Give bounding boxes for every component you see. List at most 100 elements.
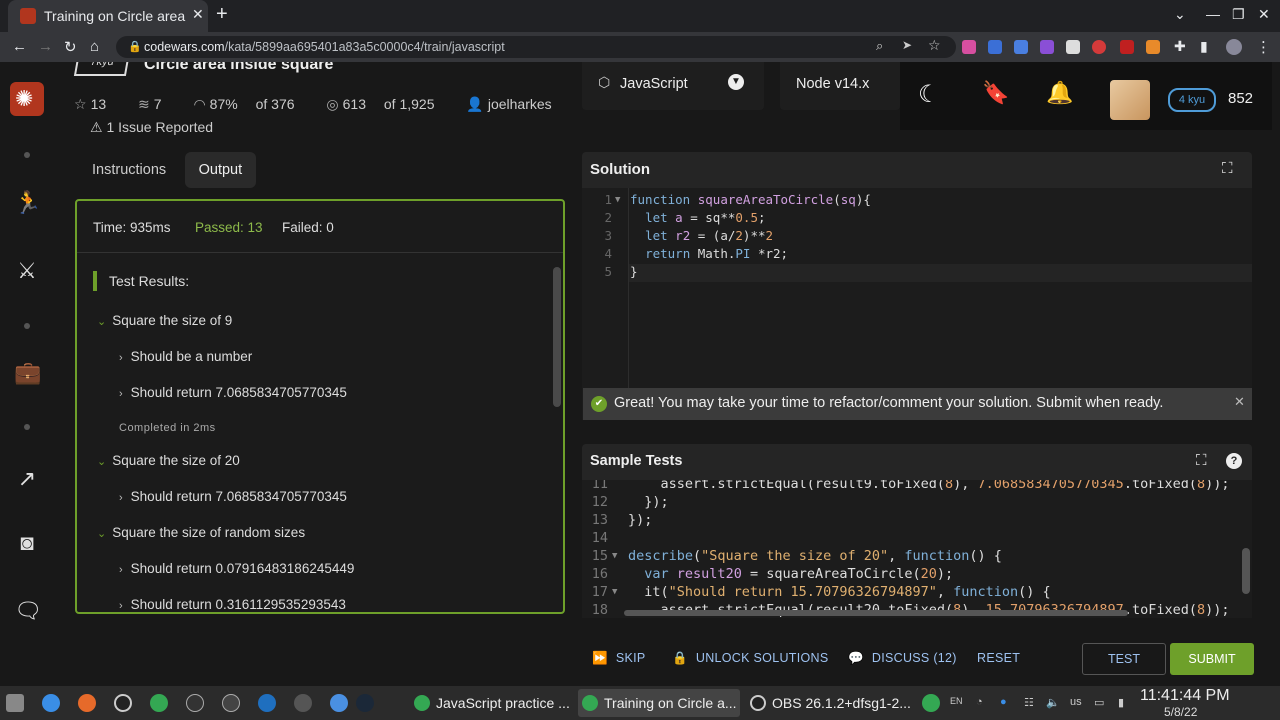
network-icon[interactable]: ▭ [1094, 696, 1104, 709]
describe-group[interactable]: ⌄ Square the size of random sizes [97, 525, 305, 540]
fullscreen-icon[interactable]: ⛶ [1222, 160, 1233, 177]
code-line[interactable]: let r2 = (a/2)**2 [630, 228, 773, 243]
browser-tab[interactable]: Training on Circle area ✕ [8, 0, 208, 32]
url-input[interactable]: 🔒 codewars.com/kata/5899aa695401a83a5c00… [116, 36, 956, 58]
obs-icon[interactable] [114, 694, 132, 712]
keyboard-layout[interactable]: EN [950, 696, 963, 706]
vscode-icon[interactable] [258, 694, 276, 712]
describe-group[interactable]: ⌄ Square the size of 9 [97, 313, 232, 328]
send-icon[interactable]: ➤ [902, 38, 912, 52]
side-panel-icon[interactable]: ▮ [1200, 38, 1208, 55]
code-line[interactable]: describe("Square the size of 20", functi… [628, 548, 1002, 564]
volume-icon[interactable]: 🔈 [1046, 696, 1060, 709]
forward-icon[interactable]: → [38, 38, 53, 55]
extension-icon[interactable] [962, 40, 976, 54]
train-nav-icon[interactable]: 🏃 [14, 190, 41, 216]
code-line[interactable]: }); [628, 494, 668, 510]
tab-instructions[interactable]: Instructions [78, 152, 180, 188]
code-line[interactable]: var result20 = squareAreaToCircle(20); [628, 566, 953, 582]
test-button[interactable]: TEST [1082, 643, 1166, 675]
chrome-menu-icon[interactable]: ⋮ [1256, 38, 1271, 56]
kata-title[interactable]: Circle area inside square [144, 62, 333, 74]
zoom-icon[interactable]: ⌕ [876, 38, 883, 54]
taskbar-window-active[interactable]: Training on Circle a... [578, 689, 740, 717]
reload-icon[interactable]: ↻ [64, 38, 77, 56]
window-close-icon[interactable]: ✕ [1258, 6, 1270, 23]
stars-stat[interactable]: ☆ 13 [74, 96, 120, 112]
fullscreen-icon[interactable]: ⛶ [1196, 452, 1207, 469]
bookmark-icon[interactable]: 🔖 [982, 80, 1009, 106]
tray-icon[interactable]: ◔ [976, 696, 983, 708]
fold-icon[interactable]: ▼ [612, 587, 617, 597]
submit-button[interactable]: SUBMIT [1170, 643, 1254, 675]
code-line[interactable]: function squareAreaToCircle(sq){ [630, 192, 871, 207]
metamask-icon[interactable] [1146, 40, 1160, 54]
sample-tests-editor[interactable]: 11 assert.strictEqual(result9.toFixed(8)… [582, 480, 1252, 618]
keyboard-lang[interactable]: us [1070, 696, 1082, 708]
notification-bell-icon[interactable]: 🔔 [1046, 80, 1073, 106]
practice-nav-icon[interactable]: ⚔ [14, 258, 40, 284]
terminal-icon[interactable] [186, 694, 204, 712]
version-select[interactable]: Node v14.x [780, 62, 900, 110]
home-icon[interactable]: ⌂ [90, 38, 99, 55]
app-icon[interactable] [222, 694, 240, 712]
bookmark-star-icon[interactable]: ☆ [928, 37, 941, 54]
issues-link[interactable]: ⚠ 1 Issue Reported [90, 119, 213, 136]
tray-icon[interactable]: ☷ [1024, 696, 1034, 709]
battery-icon[interactable]: ▮ [1118, 696, 1124, 709]
chat-icon[interactable]: 🗨 [14, 598, 42, 624]
test-case[interactable]: › Should return 7.0685834705770345 [119, 489, 347, 504]
test-case[interactable]: › Should be a number [119, 349, 252, 364]
unlock-solutions-button[interactable]: 🔒 UNLOCK SOLUTIONS [672, 651, 828, 666]
back-icon[interactable]: ← [12, 38, 27, 55]
close-icon[interactable]: ✕ [1234, 394, 1245, 410]
fold-icon[interactable]: ▼ [615, 195, 620, 205]
close-tab-icon[interactable]: ✕ [192, 6, 204, 23]
author-stat[interactable]: 👤 joelharkes [466, 96, 565, 112]
avatar[interactable] [1110, 80, 1150, 120]
code-line[interactable]: assert.strictEqual(result9.toFixed(8), 7… [628, 480, 1230, 492]
extension-icon[interactable] [1092, 40, 1106, 54]
code-line[interactable]: }); [628, 512, 652, 528]
code-line[interactable]: return Math.PI *r2; [630, 246, 788, 261]
collections-stat[interactable]: ≋ 7 [138, 96, 176, 112]
help-icon[interactable]: ? [1226, 453, 1242, 469]
solution-editor[interactable]: 1 ▼ function squareAreaToCircle(sq){ 2 l… [582, 188, 1252, 420]
extension-icon[interactable] [1120, 40, 1134, 54]
translate-icon[interactable] [1014, 40, 1028, 54]
taskbar-window[interactable]: JavaScript practice ... [410, 689, 570, 717]
reset-button[interactable]: RESET [977, 651, 1020, 665]
maximize-icon[interactable]: ❐ [1232, 6, 1245, 23]
discuss-button[interactable]: 💬 DISCUSS (12) [848, 651, 957, 666]
leaders-trend-icon[interactable]: ↗ [14, 466, 40, 492]
chrome-icon[interactable] [150, 694, 168, 712]
accessibility-icon[interactable] [6, 694, 24, 712]
fold-icon[interactable]: ▼ [612, 551, 617, 561]
steam-icon[interactable] [356, 694, 374, 712]
discord-icon[interactable]: ◙ [14, 530, 40, 556]
code-line[interactable]: it("Should return 15.70796326794897", fu… [628, 584, 1050, 600]
test-case[interactable]: › Should return 7.0685834705770345 [119, 385, 347, 400]
test-case[interactable]: › Should return 0.3161129535293543 [119, 597, 346, 612]
tests-horizontal-scrollbar[interactable] [624, 610, 1128, 616]
tab-output[interactable]: Output [184, 152, 257, 188]
settings-icon[interactable] [294, 694, 312, 712]
extension-icon[interactable] [988, 40, 1002, 54]
dark-mode-moon-icon[interactable]: ☾ [918, 80, 940, 109]
tests-vertical-scrollbar[interactable] [1242, 548, 1250, 594]
tab-search-icon[interactable]: ⌄ [1174, 6, 1186, 23]
chrome-tray-icon[interactable] [922, 694, 940, 712]
extension-icon[interactable] [1066, 40, 1080, 54]
app-icon[interactable] [330, 694, 348, 712]
minimize-icon[interactable]: — [1206, 6, 1220, 22]
extensions-puzzle-icon[interactable]: ✚ [1174, 38, 1186, 55]
jobs-briefcase-icon[interactable]: 💼 [14, 360, 41, 386]
skip-button[interactable]: ⏩ SKIP [592, 651, 646, 666]
taskbar-window[interactable]: OBS 26.1.2+dfsg1-2... [746, 689, 912, 717]
firefox-icon[interactable] [78, 694, 96, 712]
codewars-logo-icon[interactable]: ✺ [10, 82, 44, 116]
app-launcher-icon[interactable] [42, 694, 60, 712]
code-line[interactable]: } [630, 264, 638, 279]
output-scrollbar[interactable] [553, 267, 561, 407]
language-select[interactable]: ⬡ JavaScript ▼ [582, 62, 764, 110]
